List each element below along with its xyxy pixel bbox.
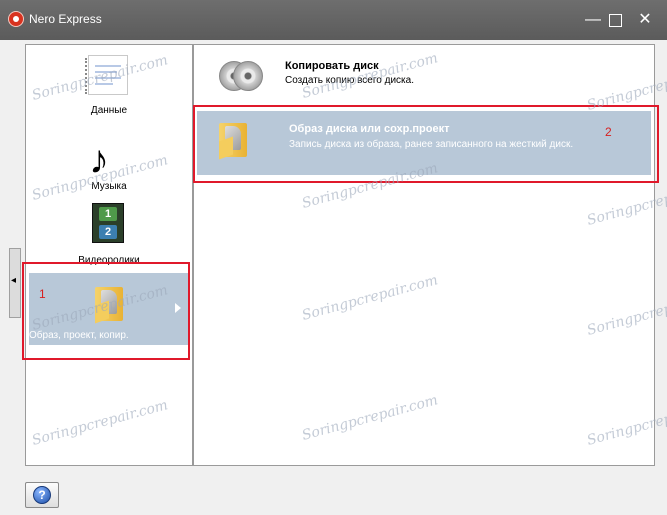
window-title: Nero Express bbox=[29, 12, 102, 26]
disc-shape bbox=[233, 61, 263, 91]
spiral-binding bbox=[85, 58, 93, 94]
sidebar-collapse-toggle[interactable]: ◂ bbox=[9, 248, 21, 318]
annotation-box-sidebar bbox=[22, 262, 190, 360]
discs-icon bbox=[219, 58, 265, 92]
document-icon bbox=[85, 55, 128, 95]
doc-line bbox=[95, 77, 121, 79]
sidebar-item-music[interactable]: ♪ Музыка bbox=[26, 137, 192, 197]
doc-line bbox=[95, 71, 117, 73]
sidebar-item-data[interactable]: Данные bbox=[26, 53, 192, 123]
music-note-icon: ♪ bbox=[89, 138, 109, 182]
sidebar-item-label: Музыка bbox=[91, 181, 127, 192]
maximize-icon bbox=[609, 14, 622, 27]
film-frame-2: 2 bbox=[99, 225, 117, 239]
title-bar: Nero Express — ✕ bbox=[0, 0, 667, 40]
help-button[interactable]: ? bbox=[25, 482, 59, 508]
option-description: Создать копию всего диска. bbox=[285, 75, 414, 86]
option-copy-disc[interactable]: Копировать диск Создать копию всего диск… bbox=[201, 52, 649, 96]
doc-line bbox=[95, 65, 121, 67]
category-sidebar: Данные ♪ Музыка 1 2 Видеоролики Образ, п… bbox=[25, 44, 193, 466]
nero-app-icon bbox=[8, 11, 24, 27]
annotation-number-2: 2 bbox=[605, 125, 612, 139]
film-frame-1: 1 bbox=[99, 207, 117, 221]
maximize-button[interactable] bbox=[600, 8, 630, 32]
film-icon: 1 2 bbox=[92, 203, 124, 243]
annotation-number-1: 1 bbox=[39, 287, 46, 301]
annotation-box-option bbox=[193, 105, 659, 183]
close-button[interactable]: ✕ bbox=[630, 8, 660, 32]
option-title: Копировать диск bbox=[285, 60, 379, 72]
doc-line bbox=[95, 83, 113, 85]
sidebar-item-label: Данные bbox=[90, 105, 128, 116]
help-icon: ? bbox=[33, 486, 51, 504]
chevron-left-icon: ◂ bbox=[11, 275, 17, 286]
sidebar-item-video[interactable]: 1 2 Видеоролики bbox=[26, 201, 192, 266]
